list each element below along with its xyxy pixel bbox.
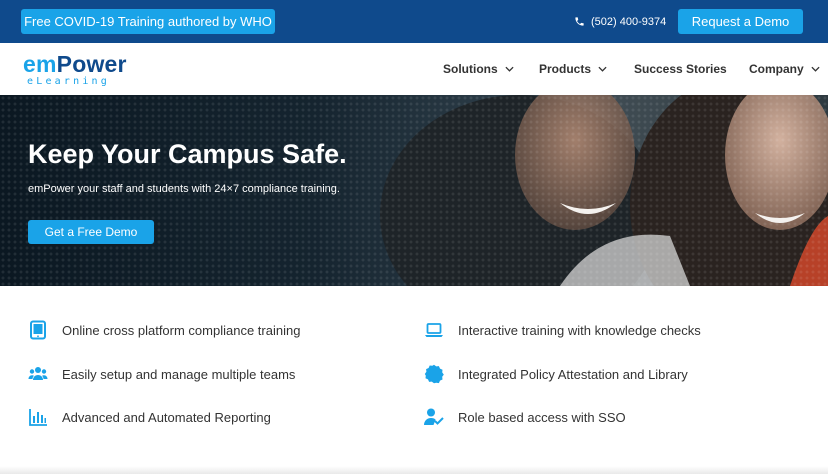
- main-nav: emPower eLearning Solutions Products Suc…: [0, 43, 828, 95]
- nav-solutions[interactable]: Solutions: [443, 43, 514, 95]
- covid-training-button[interactable]: Free COVID-19 Training authored by WHO: [21, 9, 275, 34]
- certificate-badge-icon: [423, 363, 445, 385]
- get-free-demo-button[interactable]: Get a Free Demo: [28, 220, 154, 244]
- laptop-icon: [423, 319, 445, 341]
- nav-company[interactable]: Company: [749, 43, 820, 95]
- feature-item: Integrated Policy Attestation and Librar…: [423, 363, 688, 385]
- features-section: Online cross platform compliance trainin…: [0, 286, 828, 474]
- page-bottom-edge: [0, 466, 828, 474]
- users-icon: [27, 363, 49, 385]
- feature-item: Role based access with SSO: [423, 406, 626, 428]
- hero-title: Keep Your Campus Safe.: [28, 139, 347, 169]
- empower-logo[interactable]: emPower eLearning: [23, 51, 141, 89]
- phone-icon: [575, 17, 584, 26]
- feature-item: Online cross platform compliance trainin…: [27, 319, 300, 341]
- bar-chart-icon: [27, 406, 49, 428]
- logo-subtitle: eLearning: [27, 76, 110, 87]
- nav-success-stories[interactable]: Success Stories: [634, 43, 727, 95]
- chevron-down-icon: [598, 66, 607, 72]
- chevron-down-icon: [811, 66, 820, 72]
- chevron-down-icon: [505, 66, 514, 72]
- top-bar: Free COVID-19 Training authored by WHO (…: [0, 0, 828, 43]
- feature-item: Advanced and Automated Reporting: [27, 406, 271, 428]
- tablet-icon: [27, 319, 49, 341]
- hero-banner: Keep Your Campus Safe. emPower your staf…: [0, 95, 828, 286]
- phone-link[interactable]: (502) 400-9374: [574, 9, 666, 34]
- hero-subtitle: emPower your staff and students with 24×…: [28, 183, 340, 195]
- request-demo-button[interactable]: Request a Demo: [678, 9, 803, 34]
- logo-power: Power: [56, 51, 127, 77]
- logo-em: em: [23, 51, 57, 77]
- feature-item: Interactive training with knowledge chec…: [423, 319, 701, 341]
- user-check-icon: [423, 406, 445, 428]
- feature-item: Easily setup and manage multiple teams: [27, 363, 295, 385]
- phone-number: (502) 400-9374: [591, 15, 667, 28]
- nav-products[interactable]: Products: [539, 43, 607, 95]
